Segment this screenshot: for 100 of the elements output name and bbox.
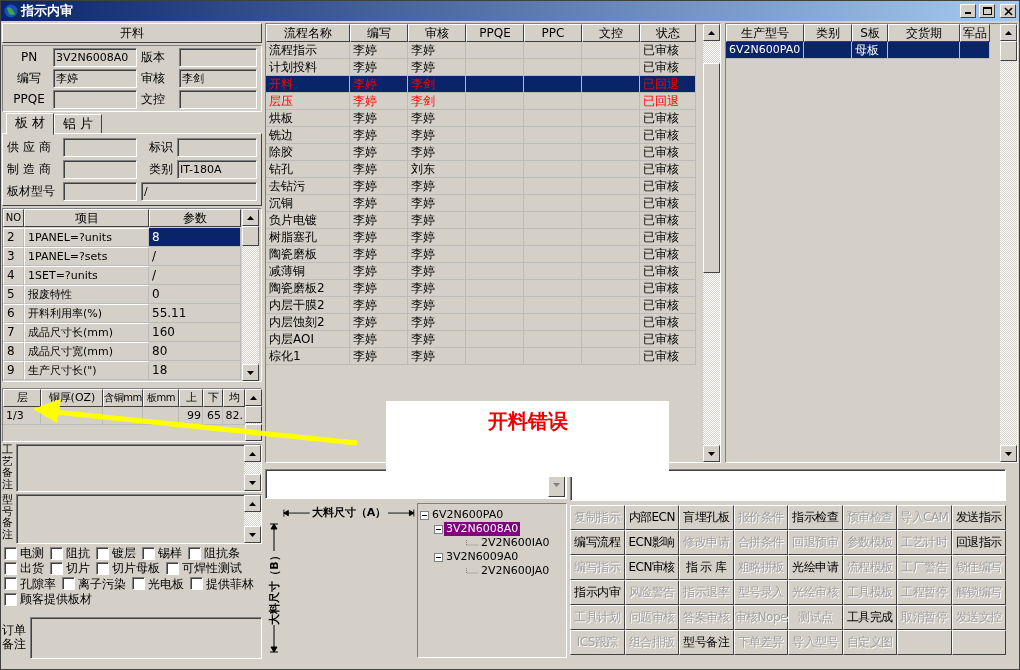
scroll-up-button[interactable] [1000, 24, 1017, 41]
checkbox[interactable]: 阻抗条 [188, 546, 240, 561]
text-field[interactable] [179, 48, 257, 67]
table-cell[interactable]: 李婷 [408, 314, 466, 331]
table-cell[interactable] [466, 348, 524, 365]
table-cell[interactable]: 已审核 [640, 280, 696, 297]
column-header[interactable]: 含铜mm [103, 389, 143, 407]
table-cell[interactable]: 李婷 [350, 42, 408, 59]
table-cell[interactable]: 160 [149, 323, 241, 342]
column-header[interactable]: 类别 [804, 24, 852, 42]
table-cell[interactable] [524, 144, 582, 161]
text-field[interactable] [53, 90, 137, 109]
table-cell[interactable]: 内层AOI [266, 331, 350, 348]
table-cell[interactable]: 李婷 [408, 348, 466, 365]
scrollbar-thumb[interactable] [1000, 41, 1017, 61]
table-cell[interactable] [524, 297, 582, 314]
scroll-up-button[interactable] [242, 209, 259, 226]
table-cell[interactable]: 除胶 [266, 144, 350, 161]
checkbox[interactable]: 镀层 [96, 546, 136, 561]
toolbar-button[interactable]: 指示检查 [788, 505, 843, 530]
table-cell[interactable] [582, 110, 640, 127]
table-cell[interactable]: 李婷 [350, 127, 408, 144]
table-cell[interactable] [582, 93, 640, 110]
table-cell[interactable]: 陶瓷磨板 [266, 246, 350, 263]
table-cell[interactable]: 已审核 [640, 144, 696, 161]
table-cell[interactable]: 已审核 [640, 314, 696, 331]
scroll-down-button[interactable] [703, 445, 720, 462]
table-cell[interactable]: 已回退 [640, 76, 696, 93]
text-field[interactable]: 李剑 [179, 69, 257, 88]
scroll-down-button[interactable] [242, 364, 259, 381]
table-cell[interactable] [524, 263, 582, 280]
table-cell[interactable]: 李婷 [408, 229, 466, 246]
table-cell[interactable] [582, 331, 640, 348]
table-cell[interactable]: 铣边 [266, 127, 350, 144]
table-cell[interactable]: 李婷 [350, 144, 408, 161]
text-field[interactable] [570, 469, 1006, 501]
tree-item[interactable]: 3V2N6008A0 [444, 522, 521, 536]
table-cell[interactable] [524, 229, 582, 246]
table-cell[interactable]: 已审核 [640, 195, 696, 212]
table-cell[interactable] [582, 246, 640, 263]
table-cell[interactable]: 李婷 [408, 178, 466, 195]
tree-item[interactable]: 6V2N600PA0 [430, 508, 506, 522]
scroll-up-button[interactable] [244, 495, 261, 512]
text-field[interactable]: 3V2N6008A0 [53, 48, 137, 67]
table-cell[interactable]: / [149, 247, 241, 266]
table-cell[interactable]: 80 [149, 342, 241, 361]
checkbox[interactable]: 离子污染 [62, 576, 126, 592]
table-cell[interactable]: 已审核 [640, 127, 696, 144]
checkbox[interactable]: 电测 [4, 546, 44, 561]
table-cell[interactable] [524, 331, 582, 348]
table-cell[interactable] [524, 42, 582, 59]
table-cell[interactable] [524, 280, 582, 297]
table-cell[interactable] [466, 229, 524, 246]
table-cell[interactable]: 沉铜 [266, 195, 350, 212]
table-cell[interactable]: 已审核 [640, 348, 696, 365]
text-area[interactable] [16, 494, 262, 544]
table-cell[interactable] [582, 212, 640, 229]
table-cell[interactable] [524, 93, 582, 110]
table-cell[interactable]: 已审核 [640, 263, 696, 280]
column-header[interactable]: 审核 [408, 24, 466, 42]
toolbar-button[interactable]: ECN影响 [624, 530, 679, 555]
table-cell[interactable]: 李婷 [350, 280, 408, 297]
text-area[interactable] [16, 444, 262, 492]
text-field[interactable]: IT-180A [177, 160, 257, 179]
table-cell[interactable]: 李婷 [350, 297, 408, 314]
table-cell[interactable] [466, 144, 524, 161]
table-cell[interactable]: 李婷 [350, 331, 408, 348]
table-cell[interactable]: 李婷 [408, 297, 466, 314]
table-cell[interactable]: 55.11 [149, 304, 241, 323]
table-cell[interactable]: 陶瓷磨板2 [266, 280, 350, 297]
scrollbar[interactable] [244, 495, 261, 543]
text-field[interactable] [177, 138, 257, 157]
table-cell[interactable]: 18 [149, 361, 241, 380]
table-cell[interactable]: 烘板 [266, 110, 350, 127]
table-cell[interactable] [582, 178, 640, 195]
table-cell[interactable]: 李婷 [350, 229, 408, 246]
toolbar-button[interactable]: 内部ECN [624, 505, 679, 530]
table-cell[interactable]: 已审核 [640, 110, 696, 127]
table-cell[interactable]: 棕化1 [266, 348, 350, 365]
table-cell[interactable]: 减薄铜 [266, 263, 350, 280]
table-cell[interactable] [466, 280, 524, 297]
table-cell[interactable]: 李婷 [350, 178, 408, 195]
table-cell[interactable]: 李婷 [350, 246, 408, 263]
table-cell[interactable] [466, 263, 524, 280]
toolbar-button[interactable]: 型号备注 [679, 630, 734, 655]
toolbar-button[interactable]: 发送指示 [951, 505, 1006, 530]
table-cell[interactable] [582, 127, 640, 144]
scroll-down-button[interactable] [244, 526, 261, 543]
toolbar-button[interactable]: 编写流程 [570, 530, 625, 555]
table-cell[interactable]: 已审核 [640, 178, 696, 195]
table-cell[interactable]: 内层蚀刻2 [266, 314, 350, 331]
scroll-down-button[interactable] [244, 474, 261, 491]
table-cell[interactable]: 李婷 [408, 331, 466, 348]
table-cell[interactable] [524, 161, 582, 178]
tab[interactable]: 板 材 [6, 113, 55, 135]
table-cell[interactable]: 李婷 [350, 195, 408, 212]
table-cell[interactable]: 负片电镀 [266, 212, 350, 229]
table-cell[interactable] [524, 178, 582, 195]
toolbar-button[interactable]: 工具完成 [842, 605, 897, 630]
table-cell[interactable] [524, 195, 582, 212]
